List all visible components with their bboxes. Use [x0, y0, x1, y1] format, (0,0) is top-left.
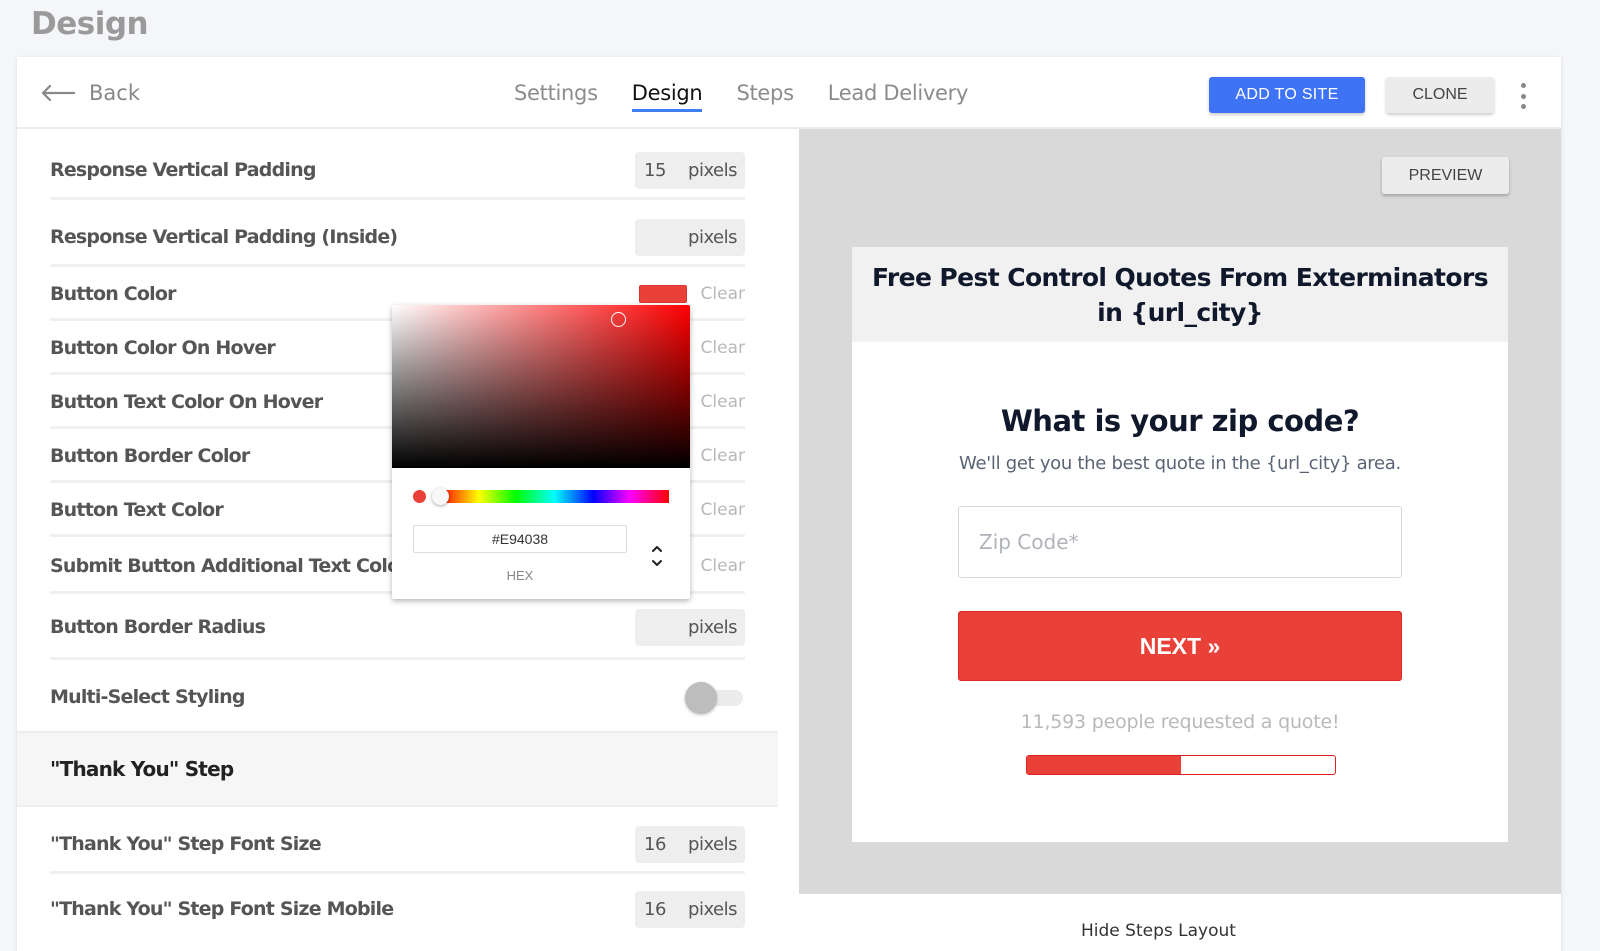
setting-row: Button Border Radius pixels — [50, 597, 745, 660]
setting-label: Button Text Color On Hover — [50, 391, 323, 413]
back-label: Back — [89, 81, 140, 105]
color-picker-popup: HEX — [392, 305, 690, 599]
tab-steps[interactable]: Steps — [736, 81, 794, 112]
hue-slider-handle[interactable] — [432, 488, 449, 505]
form-widget-preview: Free Pest Control Quotes From Exterminat… — [852, 247, 1508, 842]
color-swatch[interactable] — [638, 285, 687, 303]
setting-row: Response Vertical Padding 15 pixels — [50, 143, 745, 200]
setting-row: "Thank You" Step Font Size 16 pixels — [50, 817, 745, 874]
top-navigation-bar: Back Settings Design Steps Lead Delivery… — [17, 57, 1561, 129]
question-subtitle: We'll get you the best quote in the {url… — [959, 453, 1401, 474]
tab-settings[interactable]: Settings — [514, 81, 598, 112]
hex-mode-label: HEX — [506, 568, 534, 583]
progress-fill — [1027, 756, 1181, 774]
setting-label: Button Text Color — [50, 499, 224, 521]
color-cursor[interactable] — [611, 312, 626, 327]
clear-button[interactable]: Clear — [701, 500, 745, 520]
chevron-up-down-icon[interactable] — [650, 543, 664, 569]
setting-label: "Thank You" Step Font Size Mobile — [50, 898, 394, 920]
preview-button[interactable]: PREVIEW — [1382, 157, 1509, 194]
current-color-dot — [413, 490, 426, 503]
pixels-input[interactable]: pixels — [635, 218, 745, 256]
setting-label: Button Color — [50, 283, 177, 305]
section-header-thank-you: "Thank You" Step — [17, 731, 778, 807]
section-title: "Thank You" Step — [50, 757, 234, 781]
setting-label: Multi-Select Styling — [50, 686, 245, 708]
request-count-text: 11,593 people requested a quote! — [1020, 711, 1340, 733]
setting-label: Button Border Color — [50, 445, 250, 467]
add-to-site-button[interactable]: ADD TO SITE — [1209, 77, 1365, 113]
setting-label: Response Vertical Padding — [50, 159, 316, 181]
page-title: Design — [31, 6, 149, 42]
zip-code-input[interactable] — [958, 506, 1402, 578]
setting-row: Multi-Select Styling — [50, 663, 745, 731]
tab-lead-delivery[interactable]: Lead Delivery — [828, 81, 969, 112]
setting-label: Button Color On Hover — [50, 337, 276, 359]
pixels-input[interactable]: 16 pixels — [635, 825, 745, 863]
clone-button[interactable]: CLONE — [1386, 77, 1494, 113]
clear-button[interactable]: Clear — [701, 556, 745, 576]
setting-label: Response Vertical Padding (Inside) — [50, 226, 398, 248]
clear-button[interactable]: Clear — [701, 392, 745, 412]
widget-header: Free Pest Control Quotes From Exterminat… — [852, 247, 1508, 342]
pixels-input[interactable]: pixels — [635, 608, 745, 646]
tab-bar: Settings Design Steps Lead Delivery — [514, 81, 968, 112]
hue-slider[interactable] — [432, 488, 669, 505]
hex-input[interactable] — [413, 525, 627, 553]
setting-label: Button Border Radius — [50, 616, 266, 638]
setting-row: Response Vertical Padding (Inside) pixel… — [50, 210, 745, 267]
back-button[interactable]: Back — [41, 81, 140, 105]
kebab-menu-icon[interactable] — [1515, 83, 1531, 109]
pixels-input[interactable]: 15 pixels — [635, 151, 745, 189]
progress-bar — [1026, 755, 1336, 775]
setting-row: "Thank You" Step Font Size Mobile 16 pixe… — [50, 884, 745, 934]
arrow-left-icon — [41, 85, 75, 101]
widget-headline: Free Pest Control Quotes From Exterminat… — [872, 262, 1489, 327]
question-title: What is your zip code? — [1000, 404, 1360, 438]
next-button[interactable]: NEXT » — [958, 611, 1402, 681]
clear-button[interactable]: Clear — [701, 446, 745, 466]
multi-select-toggle[interactable] — [685, 682, 745, 714]
preview-panel: PREVIEW Free Pest Control Quotes From Ex… — [799, 129, 1561, 894]
tab-design[interactable]: Design — [631, 81, 703, 112]
pixels-input[interactable]: 16 pixels — [635, 890, 745, 928]
saturation-value-area[interactable] — [392, 305, 690, 468]
clear-button[interactable]: Clear — [701, 338, 745, 358]
editor-card: Back Settings Design Steps Lead Delivery… — [17, 57, 1561, 951]
hide-steps-layout-label: Hide Steps Layout — [1081, 921, 1236, 941]
setting-label: Submit Button Additional Text Color — [50, 554, 409, 577]
clear-button[interactable]: Clear — [701, 284, 745, 304]
setting-label: "Thank You" Step Font Size — [50, 833, 322, 855]
